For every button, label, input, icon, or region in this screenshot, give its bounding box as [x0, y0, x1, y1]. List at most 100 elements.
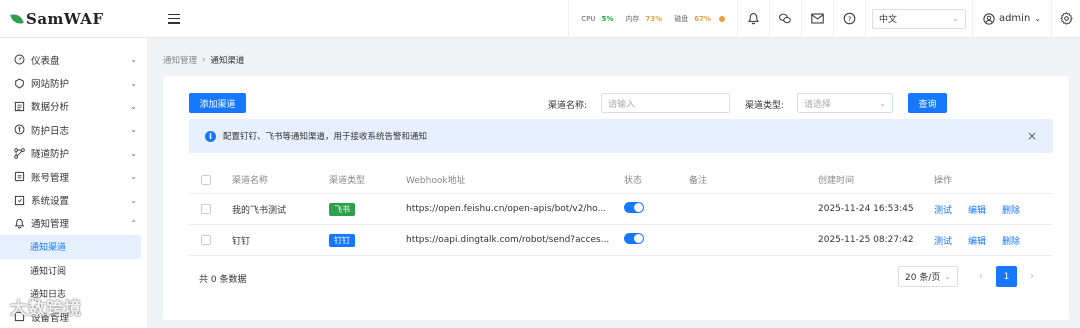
- settings-icon[interactable]: [1052, 0, 1080, 37]
- select-all-checkbox[interactable]: [201, 174, 211, 185]
- add-channel-button[interactable]: 添加渠道: [189, 93, 246, 113]
- tunnel-icon: [14, 147, 25, 159]
- language-select[interactable]: 中文 ⌄: [871, 8, 966, 29]
- channel-type-tag: 钉钉: [329, 233, 355, 247]
- edit-link[interactable]: 编辑: [968, 206, 986, 216]
- filter-toolbar: 添加渠道 渠道名称: 请输入 渠道类型: 请选择 ⌄ 查询: [189, 93, 1043, 115]
- test-link[interactable]: 测试: [934, 206, 952, 216]
- sidebar-item-account[interactable]: 账号管理 ⌄: [0, 165, 147, 188]
- webhook-url: https://oapi.dingtalk.com/robot/send?acc…: [406, 235, 610, 245]
- channel-type-select[interactable]: 请选择 ⌄: [797, 93, 893, 113]
- breadcrumb-current: 通知渠道: [210, 56, 245, 66]
- breadcrumb-parent[interactable]: 通知管理: [163, 54, 197, 66]
- sidebar-item-data-analysis[interactable]: 数据分析 ⌄: [0, 95, 147, 118]
- chevron-down-icon: ⌄: [130, 195, 137, 205]
- shield-icon: [14, 78, 25, 89]
- chevron-down-icon: ⌄: [130, 78, 137, 88]
- row-checkbox[interactable]: [201, 235, 211, 245]
- language-value: 中文: [878, 15, 897, 25]
- menu-toggle-icon[interactable]: [168, 13, 180, 24]
- column-header: 创建时间: [818, 176, 855, 186]
- row-checkbox[interactable]: [201, 204, 211, 214]
- disk-label: 磁盘: [674, 14, 689, 23]
- info-icon: i: [205, 130, 216, 142]
- column-header: 操作: [934, 176, 953, 186]
- info-alert: i 配置钉钉、飞书等通知渠道，用于接收系统告警和通知 ×: [189, 119, 1053, 153]
- logo[interactable]: SamWAF: [0, 10, 148, 28]
- bell-icon[interactable]: [738, 0, 770, 37]
- chevron-down-icon: ⌄: [1034, 14, 1041, 23]
- page-size-select[interactable]: 20 条/页 ⌄: [898, 266, 958, 287]
- cpu-label: CPU: [581, 14, 596, 23]
- memory-label: 内存: [625, 14, 640, 23]
- channel-name-input[interactable]: 请输入: [601, 93, 730, 113]
- sidebar-item-notification-channel[interactable]: 通知渠道: [0, 235, 141, 259]
- help-icon[interactable]: ?: [834, 0, 866, 37]
- cpu-value: 5%: [601, 14, 614, 23]
- channel-table: 渠道名称 渠道类型 Webhook地址 状态 备注 创建时间 操作 我的飞书测试…: [189, 166, 1053, 256]
- chevron-down-icon: ⌄: [130, 148, 137, 158]
- column-header: 备注: [689, 176, 708, 186]
- sidebar-item-notification[interactable]: 通知管理 ⌃: [0, 212, 147, 235]
- column-header: Webhook地址: [406, 176, 466, 186]
- channel-type-tag: 飞书: [329, 202, 355, 216]
- edit-link[interactable]: 编辑: [968, 237, 986, 247]
- sidebar-item-label: 防护日志: [31, 125, 70, 137]
- dashboard-icon: [14, 54, 25, 65]
- sidebar-item-tunnel-protection[interactable]: 隧道防护 ⌄: [0, 142, 147, 165]
- alert-text: 配置钉钉、飞书等通知渠道，用于接收系统告警和通知: [223, 132, 428, 142]
- total-count: 共 0 条数据: [199, 275, 247, 285]
- page-size-value: 20 条/页: [905, 273, 941, 283]
- close-icon[interactable]: ×: [1027, 129, 1037, 143]
- next-page-icon[interactable]: ›: [1023, 266, 1041, 287]
- table-header: 渠道名称 渠道类型 Webhook地址 状态 备注 创建时间 操作: [189, 166, 1053, 194]
- account-icon: [14, 171, 25, 182]
- notification-icon: [14, 218, 25, 229]
- system-stats: CPU 5% 内存 73% 磁盘 67%: [568, 0, 738, 37]
- sidebar-item-protection-log[interactable]: 防护日志 ⌄: [0, 118, 147, 141]
- channel-name: 我的飞书测试: [232, 205, 287, 216]
- chevron-right-icon: ›: [202, 55, 206, 65]
- webhook-url: https://open.feishu.cn/open-apis/bot/v2/…: [406, 204, 607, 214]
- log-icon: [14, 124, 25, 135]
- delete-link[interactable]: 删除: [1002, 206, 1020, 216]
- user-icon: [983, 12, 995, 25]
- channel-type-label: 渠道类型:: [745, 101, 785, 111]
- svg-text:?: ?: [848, 14, 852, 23]
- channel-name-label: 渠道名称:: [548, 101, 588, 111]
- sidebar-item-label: 通知渠道: [30, 243, 67, 254]
- table-row: 我的飞书测试 飞书 https://open.feishu.cn/open-ap…: [189, 194, 1053, 225]
- query-button[interactable]: 查询: [908, 93, 947, 113]
- chevron-down-icon: ⌄: [879, 98, 886, 108]
- main-card: 添加渠道 渠道名称: 请输入 渠道类型: 请选择 ⌄ 查询 i 配置钉钉、飞书等…: [163, 76, 1069, 320]
- sidebar-item-dashboard[interactable]: 仪表盘 ⌄: [0, 48, 147, 71]
- memory-value: 73%: [645, 14, 663, 23]
- delete-link[interactable]: 删除: [1002, 237, 1020, 247]
- sidebar-item-site-protection[interactable]: 网站防护 ⌄: [0, 71, 147, 94]
- sidebar-item-label: 通知管理: [31, 219, 70, 231]
- sidebar-item-label: 仪表盘: [31, 55, 60, 67]
- page-number-current[interactable]: 1: [996, 266, 1017, 287]
- sidebar: 仪表盘 ⌄ 网站防护 ⌄ 数据分析 ⌄ 防护日志 ⌄ 隧道防护 ⌄ 账号管理 ⌄…: [0, 38, 148, 328]
- top-bar: SamWAF CPU 5% 内存 73% 磁盘 67% ? 中文 ⌄ admin…: [0, 0, 1080, 38]
- table-row: 钉钉 钉钉 https://oapi.dingtalk.com/robot/se…: [189, 225, 1053, 256]
- sidebar-item-label: 账号管理: [31, 172, 70, 184]
- user-menu[interactable]: admin ⌄: [971, 0, 1052, 37]
- wechat-icon[interactable]: [770, 0, 802, 37]
- system-icon: [14, 195, 25, 206]
- channel-name-placeholder: 请输入: [608, 99, 636, 110]
- sidebar-item-label: 数据分析: [31, 102, 70, 114]
- sidebar-item-notification-subscription[interactable]: 通知订阅: [0, 259, 147, 282]
- created-time: 2025-11-24 16:53:45: [818, 204, 914, 214]
- mail-icon[interactable]: [802, 0, 834, 37]
- status-toggle[interactable]: [624, 233, 644, 244]
- logo-text: SamWAF: [26, 9, 104, 28]
- sidebar-item-label: 通知订阅: [30, 266, 67, 277]
- chevron-down-icon: ⌄: [130, 172, 137, 182]
- prev-page-icon[interactable]: ‹: [972, 266, 990, 287]
- status-toggle[interactable]: [624, 202, 644, 213]
- channel-name: 钉钉: [232, 236, 251, 247]
- test-link[interactable]: 测试: [934, 237, 952, 247]
- column-header: 渠道类型: [329, 176, 366, 186]
- sidebar-item-system-settings[interactable]: 系统设置 ⌄: [0, 188, 147, 211]
